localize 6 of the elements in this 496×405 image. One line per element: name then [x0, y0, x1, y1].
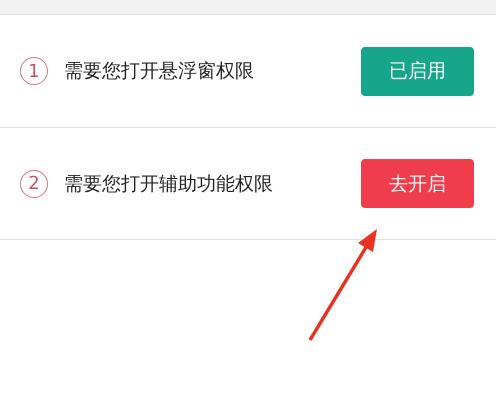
- permission-text: 需要您打开辅助功能权限: [64, 172, 274, 196]
- permission-text: 需要您打开悬浮窗权限: [64, 59, 255, 84]
- step-number: 1: [20, 57, 48, 85]
- enabled-button[interactable]: 已启用: [361, 46, 474, 96]
- step-number: 2: [20, 170, 48, 198]
- enable-button[interactable]: 去开启: [361, 159, 474, 208]
